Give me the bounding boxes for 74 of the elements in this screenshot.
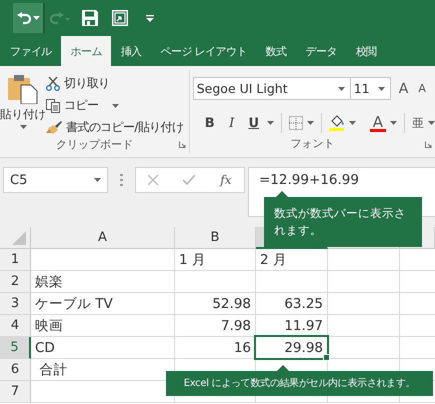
ribbon-tab[interactable]: ファイル bbox=[0, 36, 61, 66]
caret-icon[interactable] bbox=[378, 86, 385, 90]
table-cell-text: 52.98 bbox=[211, 294, 252, 314]
table-cell-text: CD bbox=[34, 338, 56, 358]
ribbon-tab[interactable]: データ bbox=[296, 36, 346, 66]
fill-color-icon[interactable] bbox=[328, 115, 345, 131]
formula-tooltip: 数式が数式バーに表示されます。 bbox=[264, 191, 422, 247]
save-icon[interactable] bbox=[82, 10, 98, 26]
name-box[interactable]: C5 bbox=[3, 167, 108, 193]
checkmark-icon[interactable] bbox=[183, 175, 196, 185]
caret-icon[interactable] bbox=[32, 16, 40, 20]
table-cell-text: 合計 bbox=[38, 360, 68, 380]
format-painter-button[interactable]: 書式のコピー/貼り付け bbox=[46, 119, 184, 136]
caret-icon[interactable] bbox=[266, 121, 274, 125]
font-name-field[interactable]: Segoe UI Light bbox=[192, 77, 351, 100]
undo-icon bbox=[16, 12, 30, 24]
caret-icon[interactable] bbox=[428, 121, 435, 125]
insert-function-button[interactable]: fx bbox=[220, 173, 232, 187]
clipboard-icon bbox=[8, 74, 38, 104]
copy-button[interactable]: コピー bbox=[46, 97, 184, 114]
table-cell-text: 63.25 bbox=[283, 294, 324, 314]
font-size-field[interactable]: 11 bbox=[350, 77, 391, 100]
row-header[interactable]: 4 bbox=[0, 315, 31, 337]
caret-icon[interactable] bbox=[306, 121, 314, 125]
row-header[interactable]: 6 bbox=[0, 359, 31, 381]
result-tooltip: Excel によって数式の結果がセル内に表示されます。 bbox=[166, 365, 433, 396]
ribbon-tab[interactable]: ページ レイアウト bbox=[150, 36, 256, 66]
table-cell-text: 映画 bbox=[34, 316, 64, 336]
dialog-launcher-icon[interactable] bbox=[425, 141, 432, 148]
table-cell-text: 2 月 bbox=[259, 250, 288, 270]
paste-button[interactable]: 貼り付け bbox=[0, 70, 46, 136]
row-header[interactable]: 1 bbox=[0, 249, 31, 271]
grow-font-button[interactable]: A bbox=[398, 80, 408, 96]
cut-button[interactable]: 切り取り bbox=[46, 75, 184, 92]
row-header[interactable]: 7 bbox=[0, 381, 31, 403]
bold-button[interactable]: B bbox=[200, 116, 219, 130]
row-header[interactable]: 5 bbox=[0, 337, 31, 359]
border-icon[interactable] bbox=[288, 116, 303, 130]
shrink-font-button[interactable]: A bbox=[418, 82, 426, 95]
table-cell-text: 7.98 bbox=[220, 316, 252, 336]
table-cell-text: 娯楽 bbox=[34, 272, 64, 292]
caret-icon[interactable] bbox=[20, 125, 26, 129]
undo-button[interactable] bbox=[13, 3, 45, 33]
table-cell-text: 1 月 bbox=[178, 250, 207, 270]
underline-button[interactable]: U bbox=[244, 116, 263, 130]
ribbon-tab[interactable]: 挿入 bbox=[110, 36, 151, 66]
italic-button[interactable]: I bbox=[222, 116, 241, 130]
table-cell-text: 16 bbox=[232, 338, 252, 358]
copy-icon bbox=[46, 98, 60, 112]
grip-icon bbox=[120, 174, 123, 186]
group-label: クリップボード bbox=[56, 137, 133, 152]
column-header[interactable]: B bbox=[175, 227, 256, 249]
caret-icon[interactable] bbox=[112, 104, 120, 108]
table-cell: 29.98 bbox=[256, 337, 327, 358]
font-color-button[interactable]: A bbox=[370, 114, 386, 132]
dialog-launcher-icon[interactable] bbox=[178, 141, 186, 148]
table-cell-text: 11.97 bbox=[283, 316, 324, 336]
group-label: フォント bbox=[290, 136, 334, 150]
row-header[interactable]: 2 bbox=[0, 271, 31, 293]
table-cell-text: ケーブル TV bbox=[34, 294, 114, 314]
ribbon-tab[interactable]: ホーム bbox=[60, 36, 111, 66]
scissors-icon bbox=[46, 76, 60, 90]
phonetic-button[interactable]: 亜 bbox=[412, 114, 424, 132]
ribbon-tab[interactable]: 校閲 bbox=[346, 36, 386, 66]
caret-icon[interactable] bbox=[94, 178, 101, 182]
ribbon-tab[interactable]: 数式 bbox=[256, 36, 296, 66]
column-header[interactable]: A bbox=[31, 227, 175, 249]
customize-icon[interactable] bbox=[146, 14, 154, 22]
row-header[interactable]: 3 bbox=[0, 293, 31, 315]
touch-mode-icon[interactable] bbox=[112, 10, 128, 26]
caret-icon[interactable] bbox=[390, 121, 397, 125]
brush-icon bbox=[46, 120, 62, 134]
caret-icon[interactable] bbox=[348, 121, 356, 125]
caret-icon[interactable] bbox=[338, 86, 345, 90]
